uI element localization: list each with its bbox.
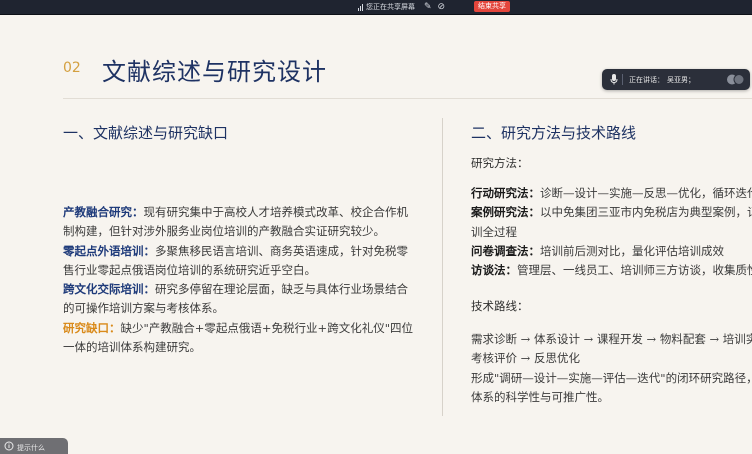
method-label: 行动研究法：	[471, 186, 540, 200]
left-section-body: 产教融合研究：现有研究集中于高校人才培养模式改革、校企合作机制构建，但针对涉外服…	[63, 203, 415, 357]
roadmap-title: 技术路线：	[471, 299, 529, 313]
participant-avatars-icon	[727, 74, 745, 85]
share-status: 您正在共享屏幕 ✎ ⊘	[358, 1, 445, 13]
speaker-separator	[622, 74, 623, 85]
method-item: 问卷调查法：培训前后测对比，量化评估培训成效	[471, 242, 752, 261]
paragraph-cross-cultural: 跨文化交际培训：研究多停留在理论层面，缺乏与具体行业场景结合的可操作培训方案与考…	[63, 280, 415, 319]
speaking-indicator[interactable]: 正在讲话： 吴亚男；	[602, 69, 750, 90]
bottom-toast[interactable]: 提示什么	[0, 438, 68, 454]
method-item: 访谈法：管理层、一线员工、培训师三方访谈，收集质性	[471, 261, 752, 280]
paragraph-label: 研究缺口：	[63, 320, 121, 335]
methods-list: 行动研究法：诊断—设计—实施—反思—优化，循环迭代 案例研究法：以中免集团三亚市…	[471, 184, 752, 280]
toast-text: 提示什么	[17, 444, 45, 452]
methods-title: 研究方法：	[471, 156, 529, 170]
method-text: 培训前后测对比，量化评估培训成效	[540, 243, 724, 258]
title-divider	[63, 98, 752, 99]
annotate-icon[interactable]: ✎	[424, 1, 432, 13]
method-item: 行动研究法：诊断—设计—实施—反思—优化，循环迭代	[471, 184, 752, 203]
paragraph-industry-education: 产教融合研究：现有研究集中于高校人才培养模式改革、校企合作机制构建，但针对涉外服…	[63, 203, 415, 242]
paragraph-research-gap: 研究缺口：缺少"产教融合+零起点俄语+免税行业+跨文化礼仪"四位一体的培训体系构…	[63, 319, 415, 358]
share-status-text: 您正在共享屏幕	[366, 3, 415, 11]
method-label: 访谈法：	[471, 263, 517, 278]
screen-share-bar: 您正在共享屏幕 ✎ ⊘ 结束共享	[0, 0, 752, 15]
paragraph-zero-start-language: 零起点外语培训：多聚焦移民语言培训、商务英语速成，针对免税零售行业零起点俄语岗位…	[63, 242, 415, 281]
end-share-button[interactable]: 结束共享	[474, 1, 510, 12]
method-text: 诊断—设计—实施—反思—优化，循环迭代	[540, 186, 752, 200]
method-item: 训全过程	[471, 223, 752, 242]
speaker-label: 正在讲话：	[629, 76, 664, 84]
method-text: 训全过程	[471, 224, 517, 239]
paragraph-label: 跨文化交际培训：	[63, 282, 155, 297]
method-label: 案例研究法：	[471, 205, 540, 220]
info-icon	[4, 441, 14, 451]
hide-icon[interactable]: ⊘	[438, 1, 446, 13]
speaker-name: 吴亚男；	[667, 76, 695, 84]
slide-number: 02	[63, 60, 81, 76]
method-label: 问卷调查法：	[471, 243, 540, 258]
paragraph-label: 产教融合研究：	[63, 205, 144, 219]
column-divider	[442, 118, 443, 416]
roadmap-line: 体系的科学性与可推广性。	[471, 389, 609, 404]
signal-icon	[358, 3, 363, 11]
microphone-icon	[610, 74, 618, 85]
roadmap-line: 考核评价 → 反思优化	[471, 351, 580, 366]
method-item: 案例研究法：以中免集团三亚市内免税店为典型案例，记录培	[471, 203, 752, 222]
method-text: 管理层、一线员工、培训师三方访谈，收集质性	[517, 263, 752, 278]
right-section-heading: 二、研究方法与技术路线	[471, 124, 637, 142]
roadmap-line: 形成"调研—设计—实施—评估—迭代"的闭环研究路径，确保	[471, 370, 752, 385]
slide-title: 文献综述与研究设计	[102, 58, 327, 86]
roadmap-line: 需求诊断 → 体系设计 → 课程开发 → 物料配套 → 培训实施	[471, 332, 752, 346]
method-text: 以中免集团三亚市内免税店为典型案例，记录培	[540, 205, 752, 220]
roadmap-text: 需求诊断 → 体系设计 → 课程开发 → 物料配套 → 培训实施 考核评价 → …	[471, 330, 752, 407]
left-section-heading: 一、文献综述与研究缺口	[63, 124, 229, 142]
paragraph-label: 零起点外语培训：	[63, 243, 155, 258]
